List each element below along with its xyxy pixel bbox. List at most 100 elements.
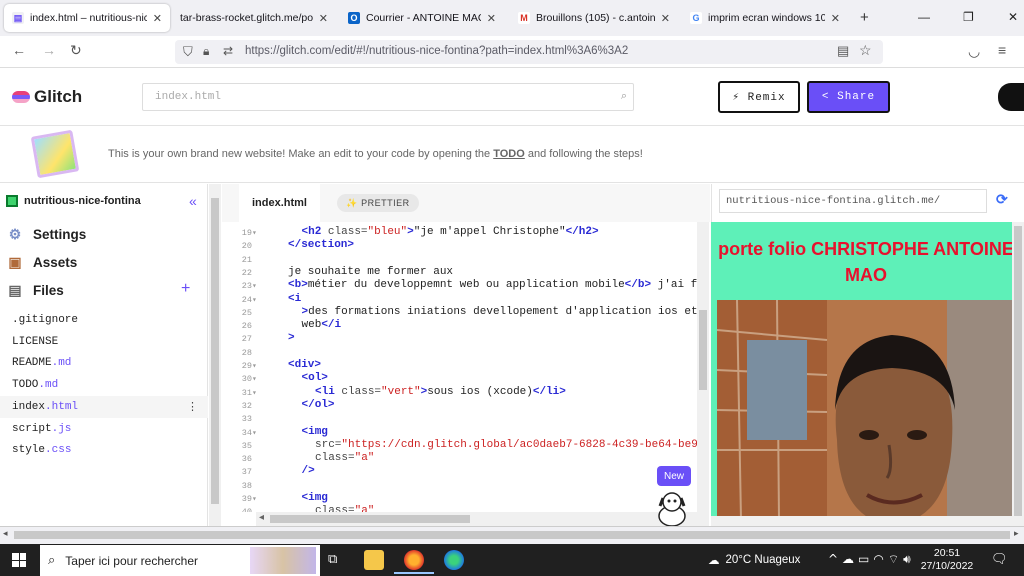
search-highlight-image-icon[interactable] — [250, 547, 316, 574]
close-tab-icon[interactable]: ✕ — [831, 12, 840, 25]
close-window-icon[interactable]: ✕ — [1008, 10, 1018, 24]
glitch-logo[interactable]: Glitch — [12, 87, 82, 107]
sidebar-item-assets[interactable]: ▣ Assets — [6, 254, 77, 271]
close-tab-icon[interactable]: ✕ — [153, 12, 162, 25]
sidebar-item-settings[interactable]: ⚙ Settings — [6, 226, 87, 243]
browser-tab-2[interactable]: tar-brass-rocket.glitch.me/portfol ✕ — [172, 4, 336, 32]
add-file-button[interactable]: + — [181, 280, 190, 298]
file-item[interactable]: LICENSE — [12, 336, 58, 348]
preview-scrollbar[interactable] — [1012, 222, 1024, 526]
minimize-icon[interactable]: — — [918, 10, 930, 24]
preview-pane[interactable]: porte folio CHRISTOPHE ANTOINE MAO — [711, 222, 1012, 516]
scroll-left-icon[interactable]: ◂ — [259, 512, 264, 523]
new-tab-button[interactable]: + — [860, 9, 869, 26]
glitch-mascot-icon[interactable] — [652, 490, 692, 526]
restore-icon[interactable]: ❐ — [963, 10, 974, 24]
project-name-text: nutritious-nice-fontina — [24, 195, 141, 207]
browser-tab-title: Courrier - ANTOINE MAO Ch — [366, 12, 481, 24]
task-view-icon[interactable]: ⧉ — [328, 551, 337, 567]
google-icon: G — [690, 12, 702, 24]
browser-tab-3[interactable]: O Courrier - ANTOINE MAO Ch ✕ — [340, 4, 504, 32]
fold-chevron-icon[interactable]: ▾ — [252, 295, 260, 305]
fold-chevron-icon[interactable]: ▾ — [252, 494, 260, 504]
close-tab-icon[interactable]: ✕ — [319, 12, 328, 25]
file-explorer-icon[interactable] — [364, 550, 384, 570]
search-icon: ⌕ — [48, 553, 56, 568]
line-number: 38 — [241, 480, 252, 491]
page-scroll-thumb[interactable] — [14, 531, 1010, 539]
page-scroll-right-icon[interactable]: ▸ — [1014, 528, 1019, 539]
prettier-button[interactable]: ✨ PRETTIER — [337, 194, 419, 212]
menu-icon[interactable]: ≡ — [998, 42, 1006, 58]
remix-button[interactable]: ⚡ Remix — [718, 81, 800, 113]
search-input[interactable]: index.html ⌕ — [142, 83, 634, 111]
sidebar-scrollbar[interactable] — [209, 184, 221, 526]
fold-chevron-icon[interactable]: ▾ — [252, 228, 260, 238]
banner-illustration-icon — [30, 129, 80, 179]
editor-hscroll-thumb[interactable] — [270, 515, 470, 523]
file-item[interactable]: README.md — [12, 357, 71, 369]
collapse-sidebar-icon[interactable]: « — [189, 193, 197, 209]
outlook-icon: O — [348, 12, 360, 24]
page-scroll-left-icon[interactable]: ◂ — [3, 528, 8, 539]
system-tray-icons[interactable]: ^☁▭◠⌔🔊︎ — [828, 552, 915, 567]
reload-icon[interactable]: ↻ — [70, 42, 82, 59]
line-number: 34 — [241, 427, 252, 438]
avatar[interactable] — [998, 83, 1024, 111]
code-editor[interactable]: <section>19▾<h2 class="bleu">"je m'appel… — [222, 222, 697, 512]
file-item[interactable]: .gitignore — [12, 314, 78, 326]
glitch-logo-icon — [12, 91, 30, 103]
back-icon[interactable]: ← — [12, 42, 26, 58]
settings-label: Settings — [33, 227, 87, 242]
fold-chevron-icon[interactable]: ▾ — [252, 374, 260, 384]
forward-icon[interactable]: → — [42, 42, 56, 58]
file-item[interactable]: script.js — [12, 423, 71, 435]
clock-time: 20:51 — [933, 547, 961, 559]
lock-icon[interactable]: 🔒︎ — [203, 44, 209, 59]
browser-tab-5[interactable]: Gimprim ecran windows 10 - R ✕ — [682, 4, 848, 32]
new-badge[interactable]: New — [657, 466, 691, 486]
browser-tab-4[interactable]: M Brouillons (105) - c.antoinem ✕ — [510, 4, 678, 32]
file-item[interactable]: TODO.md — [12, 379, 58, 391]
tab-index-html[interactable]: index.html — [239, 184, 320, 222]
bookmark-star-icon[interactable]: ☆ — [859, 42, 872, 59]
code-line: <i — [288, 292, 302, 305]
fold-chevron-icon[interactable]: ▾ — [252, 388, 260, 398]
fold-chevron-icon[interactable]: ▾ — [252, 361, 260, 371]
browser-tab-1[interactable]: ▤ index.html – nutritious-nice-f ✕ — [4, 4, 170, 32]
notification-icon[interactable]: 🗨︎ — [991, 551, 1008, 567]
refresh-preview-icon[interactable]: ⟳ — [996, 191, 1008, 208]
share-button[interactable]: < Share — [807, 81, 890, 113]
sidebar-item-files[interactable]: ▤ Files — [6, 282, 63, 299]
editor-horizontal-scrollbar[interactable] — [256, 512, 697, 526]
file-extension: .md — [38, 379, 59, 392]
clock[interactable]: 20:51 27/10/2022 — [920, 547, 974, 573]
close-tab-icon[interactable]: ✕ — [661, 12, 670, 25]
edge-icon[interactable] — [444, 550, 464, 570]
project-name[interactable]: nutritious-nice-fontina — [6, 195, 141, 207]
fold-chevron-icon[interactable]: ▾ — [252, 281, 260, 291]
close-tab-icon[interactable]: ✕ — [487, 12, 496, 25]
url-text: https://glitch.com/edit/#!/nutritious-ni… — [245, 45, 629, 57]
pocket-icon[interactable]: ◡ — [968, 43, 980, 60]
todo-link[interactable]: TODO — [493, 148, 525, 160]
address-bar[interactable]: ⛉ 🔒︎ ⇄ https://glitch.com/edit/#!/nutrit… — [175, 40, 883, 64]
editor-vertical-scrollbar[interactable] — [697, 222, 709, 526]
preview-scroll-thumb[interactable] — [1014, 226, 1022, 516]
editor-vscroll-thumb[interactable] — [699, 310, 707, 390]
file-item[interactable]: style.css — [12, 444, 71, 456]
preview-horizontal-scrollbar[interactable] — [711, 516, 1012, 526]
sidebar-scroll-thumb[interactable] — [211, 198, 219, 504]
line-number: 24 — [241, 294, 252, 305]
reader-view-icon[interactable]: ▤ — [837, 43, 849, 59]
permissions-icon[interactable]: ⇄ — [223, 44, 233, 58]
preview-url-input[interactable]: nutritious-nice-fontina.glitch.me/ — [719, 189, 987, 213]
firefox-icon[interactable] — [404, 550, 424, 570]
file-options-icon[interactable]: ⋮ — [187, 400, 198, 413]
windows-start-icon[interactable] — [12, 553, 26, 567]
file-item[interactable]: index.html — [12, 401, 78, 413]
fold-chevron-icon[interactable]: ▾ — [252, 428, 260, 438]
shield-icon[interactable]: ⛉ — [183, 44, 193, 60]
code-line: <img — [301, 492, 328, 504]
weather-widget[interactable]: ☁ 20°C Nuageux — [708, 553, 800, 567]
